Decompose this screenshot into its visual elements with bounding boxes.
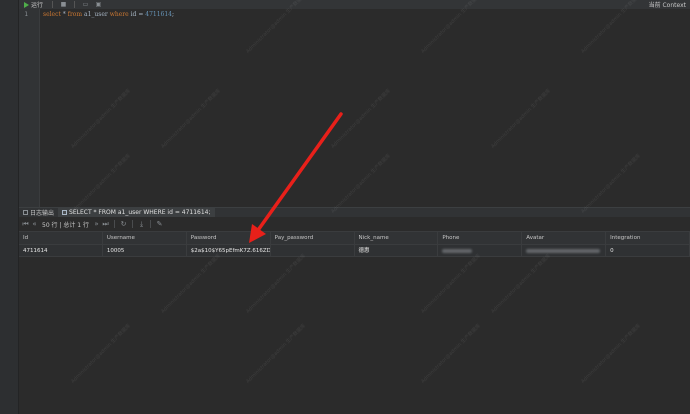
annotation-arrow: [249, 112, 343, 243]
db-client-window: 运行 ■ ▭ ▣ 当前 Context 1 select * from a1_u…: [0, 0, 690, 414]
